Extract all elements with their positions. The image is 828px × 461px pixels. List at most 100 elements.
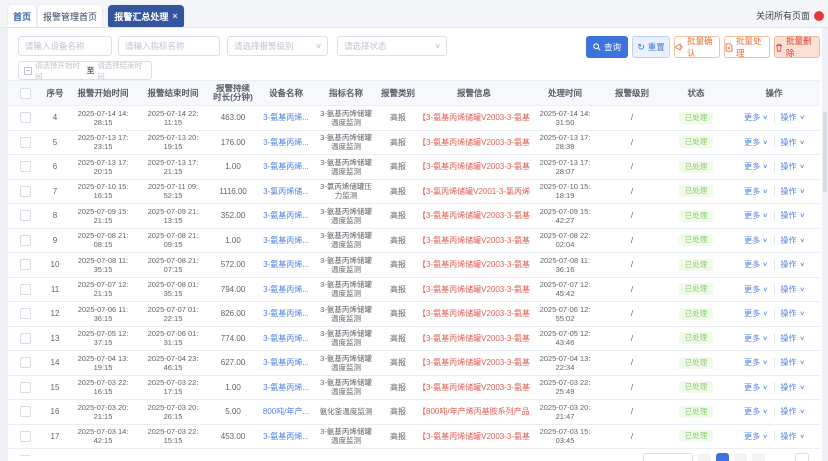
row-checkbox[interactable] (19, 234, 31, 246)
more-dropdown[interactable]: 更多 (744, 382, 760, 393)
header-operations: 操作 (765, 88, 783, 98)
device-name-link[interactable]: 3-氯丙烯储... (258, 186, 314, 197)
reset-button[interactable]: ↻ 重置 (632, 36, 670, 58)
row-checkbox[interactable] (19, 185, 31, 197)
more-dropdown[interactable]: 更多 (744, 431, 760, 442)
device-name-link[interactable]: 3-氨基丙烯... (258, 210, 314, 221)
more-dropdown[interactable]: 更多 (744, 406, 760, 417)
row-checkbox[interactable] (19, 332, 31, 344)
tab-home[interactable]: 首页 (8, 5, 36, 27)
device-name-link[interactable]: 3-氨基丙烯... (258, 431, 314, 442)
row-checkbox[interactable] (19, 210, 31, 222)
page-jump-input[interactable] (795, 453, 809, 461)
header-alarm-start-time: 报警开始时间 (77, 88, 129, 98)
indicator-name-input[interactable] (125, 41, 213, 51)
date-range-picker[interactable]: 请选择开始时间 至 请选择结束时间 (18, 61, 152, 81)
device-name-link[interactable]: 3-氨基丙烯... (258, 357, 314, 368)
device-name-link[interactable]: 3-氨基丙烯... (258, 137, 314, 148)
row-checkbox[interactable] (19, 357, 31, 369)
action-dropdown[interactable]: 操作 (781, 308, 797, 319)
ops-divider (773, 431, 775, 442)
more-dropdown[interactable]: 更多 (744, 161, 760, 172)
cell-alarm-info: 【3-氨基丙烯储罐V2003-3-氨基 (418, 235, 530, 245)
more-dropdown[interactable]: 更多 (744, 259, 760, 270)
cell-alarm-start-time: 2025-07-03 14: 42:15 (77, 427, 129, 446)
more-dropdown[interactable]: 更多 (744, 308, 760, 319)
device-name-link[interactable]: 3-氨基丙烯... (258, 235, 314, 246)
cell-duration: 352.00 (220, 211, 246, 221)
device-name-input-wrap (18, 36, 112, 56)
action-dropdown[interactable]: 操作 (781, 210, 797, 221)
row-checkbox-cell (8, 259, 42, 271)
row-checkbox[interactable] (19, 430, 31, 442)
cell-alarm-category: 高报 (390, 235, 406, 245)
action-dropdown[interactable]: 操作 (781, 382, 797, 393)
cell-operations: 更多∨ 操作∨ (728, 357, 820, 368)
cell-alarm-start-time: 2025-07-13 17: 23:15 (77, 133, 129, 152)
device-name-link[interactable]: 3-氨基丙烯... (258, 284, 314, 295)
row-checkbox[interactable] (19, 161, 31, 173)
batch-delete-button[interactable]: 批量删除 (774, 36, 820, 58)
action-dropdown[interactable]: 操作 (781, 137, 797, 148)
more-dropdown[interactable]: 更多 (744, 186, 760, 197)
more-dropdown[interactable]: 更多 (744, 284, 760, 295)
action-dropdown[interactable]: 操作 (781, 357, 797, 368)
action-dropdown[interactable]: 操作 (781, 431, 797, 442)
row-checkbox[interactable] (19, 381, 31, 393)
tab-alarm-management-home[interactable]: 报警管理首页 (38, 5, 102, 27)
device-name-link[interactable]: 800吨/年产... (258, 406, 314, 417)
row-checkbox[interactable] (19, 259, 31, 271)
page-button-active[interactable] (716, 453, 729, 461)
page-prev-button[interactable] (698, 453, 711, 461)
tab-alarm-summary-processing[interactable]: 报警汇总处理 × (108, 5, 184, 27)
tab-close-icon[interactable]: × (172, 11, 177, 21)
cell-status: 已处理 (664, 136, 728, 149)
more-dropdown[interactable]: 更多 (744, 112, 760, 123)
chevron-down-icon: ∨ (762, 384, 769, 391)
action-dropdown[interactable]: 操作 (781, 284, 797, 295)
action-dropdown[interactable]: 操作 (781, 406, 797, 417)
row-checkbox[interactable] (19, 136, 31, 148)
cell-seq: 13 (50, 333, 60, 343)
action-dropdown[interactable]: 操作 (781, 112, 797, 123)
vertical-scrollbar-thumb[interactable] (823, 112, 827, 192)
status-select[interactable]: 请选择状态 ∨ (337, 36, 447, 56)
action-dropdown[interactable]: 操作 (781, 235, 797, 246)
status-badge: 已处理 (678, 209, 714, 222)
more-dropdown[interactable]: 更多 (744, 210, 760, 221)
more-dropdown[interactable]: 更多 (744, 235, 760, 246)
device-name-input[interactable] (25, 41, 105, 51)
cell-duration: 1.00 (225, 162, 241, 172)
device-name-link[interactable]: 3-氨基丙烯... (258, 308, 314, 319)
more-dropdown[interactable]: 更多 (744, 333, 760, 344)
chevron-down-icon: ∨ (762, 335, 769, 342)
header-alarm-category: 报警类别 (380, 88, 415, 98)
alarm-level-select[interactable]: 请选择报警级别 ∨ (227, 36, 328, 56)
more-dropdown[interactable]: 更多 (744, 357, 760, 368)
device-name-link[interactable]: 3-氨基丙烯... (258, 259, 314, 270)
close-all-pages-button[interactable]: 关闭所有页面 (756, 9, 824, 22)
batch-confirm-button[interactable]: 批量确认 (674, 36, 720, 58)
device-name-link[interactable]: 3-氨基丙烯... (258, 382, 314, 393)
page-button[interactable] (734, 453, 747, 461)
cell-status: 已处理 (664, 209, 728, 222)
action-dropdown[interactable]: 操作 (781, 333, 797, 344)
row-checkbox[interactable] (19, 406, 31, 418)
device-name-link[interactable]: 3-氨基丙烯... (258, 161, 314, 172)
action-dropdown[interactable]: 操作 (781, 161, 797, 172)
device-name-link[interactable]: 3-氨基丙烯... (258, 112, 314, 123)
batch-process-button[interactable]: 批量处理 (724, 36, 770, 58)
row-checkbox[interactable] (19, 283, 31, 295)
row-checkbox[interactable] (19, 112, 31, 124)
status-badge: 已处理 (678, 234, 714, 247)
device-name-link[interactable]: 3-氨基丙烯... (258, 333, 314, 344)
row-checkbox[interactable] (19, 308, 31, 320)
select-all-checkbox[interactable] (19, 87, 31, 99)
more-dropdown[interactable]: 更多 (744, 137, 760, 148)
action-dropdown[interactable]: 操作 (781, 259, 797, 270)
query-button[interactable]: 查询 (586, 36, 628, 58)
cell-alarm-end-time: 2025-07-07 01: 22:15 (147, 304, 199, 323)
action-dropdown[interactable]: 操作 (781, 186, 797, 197)
page-size-select[interactable] (643, 453, 693, 461)
page-next-button[interactable] (752, 453, 765, 461)
